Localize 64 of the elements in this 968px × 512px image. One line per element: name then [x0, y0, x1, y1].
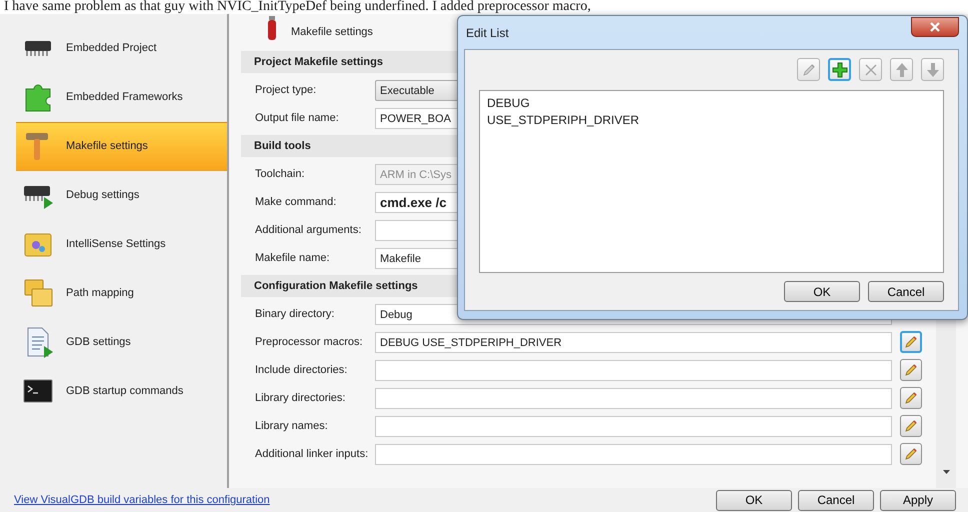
- field-label: Make command:: [254, 194, 338, 210]
- list-item[interactable]: DEBUG: [487, 95, 936, 112]
- list-item[interactable]: USE_STDPERIPH_DRIVER: [487, 112, 936, 129]
- pencil-icon: [904, 335, 918, 349]
- sidebar-item-label: IntelliSense Settings: [66, 237, 166, 252]
- close-icon: [929, 22, 941, 32]
- field-label: Include directories:: [254, 362, 348, 378]
- dialog-button[interactable]: Cancel: [868, 281, 944, 302]
- question-text: I have same problem as that guy with NVIC_InitTypeDef being underfined. I added preprocessor macro,: [3, 0, 592, 14]
- sidebar-item-label: Debug settings: [66, 188, 140, 204]
- down-arrow-icon: [926, 62, 940, 78]
- field-label: Additional linker inputs:: [254, 446, 370, 462]
- field-label: Library names:: [254, 418, 329, 434]
- sidebar-item[interactable]: Embedded Project: [16, 24, 227, 73]
- pencil-icon: [904, 391, 918, 405]
- field-label: Preprocessor macros:: [254, 334, 364, 350]
- sidebar-item[interactable]: GDB settings: [16, 318, 227, 367]
- input-field[interactable]: DEBUG USE_STDPERIPH_DRIVER: [375, 332, 892, 352]
- close-button[interactable]: [911, 16, 959, 36]
- sidebar-item-label: Makefile settings: [66, 139, 148, 154]
- dialog-button[interactable]: OK: [716, 490, 792, 510]
- dialog-button[interactable]: Apply: [880, 490, 956, 510]
- sidebar-item-label: Embedded Frameworks: [66, 90, 183, 106]
- sidebar-item-label: GDB startup commands: [66, 384, 184, 400]
- input-field[interactable]: [375, 416, 892, 436]
- pencil-icon: [802, 62, 816, 76]
- edit-button[interactable]: [900, 387, 922, 409]
- field-label: Project type:: [254, 82, 318, 98]
- edit-button[interactable]: [900, 331, 922, 353]
- panel-title: Makefile settings: [291, 25, 373, 40]
- field-label: Output file name:: [254, 110, 340, 126]
- scroll-down-icon[interactable]: [942, 470, 950, 474]
- sidebar-item[interactable]: GDB startup commands: [16, 367, 227, 416]
- sidebar-item-label: Embedded Project: [66, 41, 156, 56]
- input-field[interactable]: [375, 388, 892, 408]
- tool-icon: [267, 16, 277, 42]
- input-field[interactable]: [375, 444, 892, 464]
- dialog-button[interactable]: Cancel: [798, 490, 874, 510]
- pencil-icon: [904, 363, 918, 377]
- sidebar-item-label: GDB settings: [66, 335, 131, 350]
- sidebar-item[interactable]: Path mapping: [16, 269, 227, 318]
- delete-icon: [864, 62, 878, 76]
- field-label: Makefile name:: [254, 250, 331, 266]
- window-title: Edit List: [465, 24, 509, 42]
- field-label: Library directories:: [254, 390, 346, 406]
- edit-button[interactable]: [900, 359, 922, 381]
- sidebar-item-label: Path mapping: [66, 286, 134, 302]
- input-field[interactable]: [375, 360, 892, 380]
- sidebar-item[interactable]: Embedded Frameworks: [16, 73, 227, 122]
- sidebar-item[interactable]: Debug settings: [16, 171, 227, 220]
- sidebar-item[interactable]: IntelliSense Settings: [16, 220, 227, 269]
- edit-button[interactable]: [900, 415, 922, 437]
- pencil-icon: [904, 419, 918, 433]
- edit-button[interactable]: [900, 443, 922, 465]
- field-label: Toolchain:: [254, 166, 306, 182]
- plus-icon: [832, 62, 848, 78]
- field-label: Binary directory:: [254, 306, 336, 322]
- toolbar-button[interactable]: [828, 58, 851, 81]
- sidebar-item[interactable]: Makefile settings: [16, 122, 227, 171]
- up-arrow-icon: [894, 62, 908, 78]
- build-variables-link[interactable]: View VisualGDB build variables for this configuration: [14, 492, 270, 508]
- pencil-icon: [904, 447, 918, 461]
- field-label: Additional arguments:: [254, 222, 362, 238]
- dialog-button[interactable]: OK: [784, 281, 860, 302]
